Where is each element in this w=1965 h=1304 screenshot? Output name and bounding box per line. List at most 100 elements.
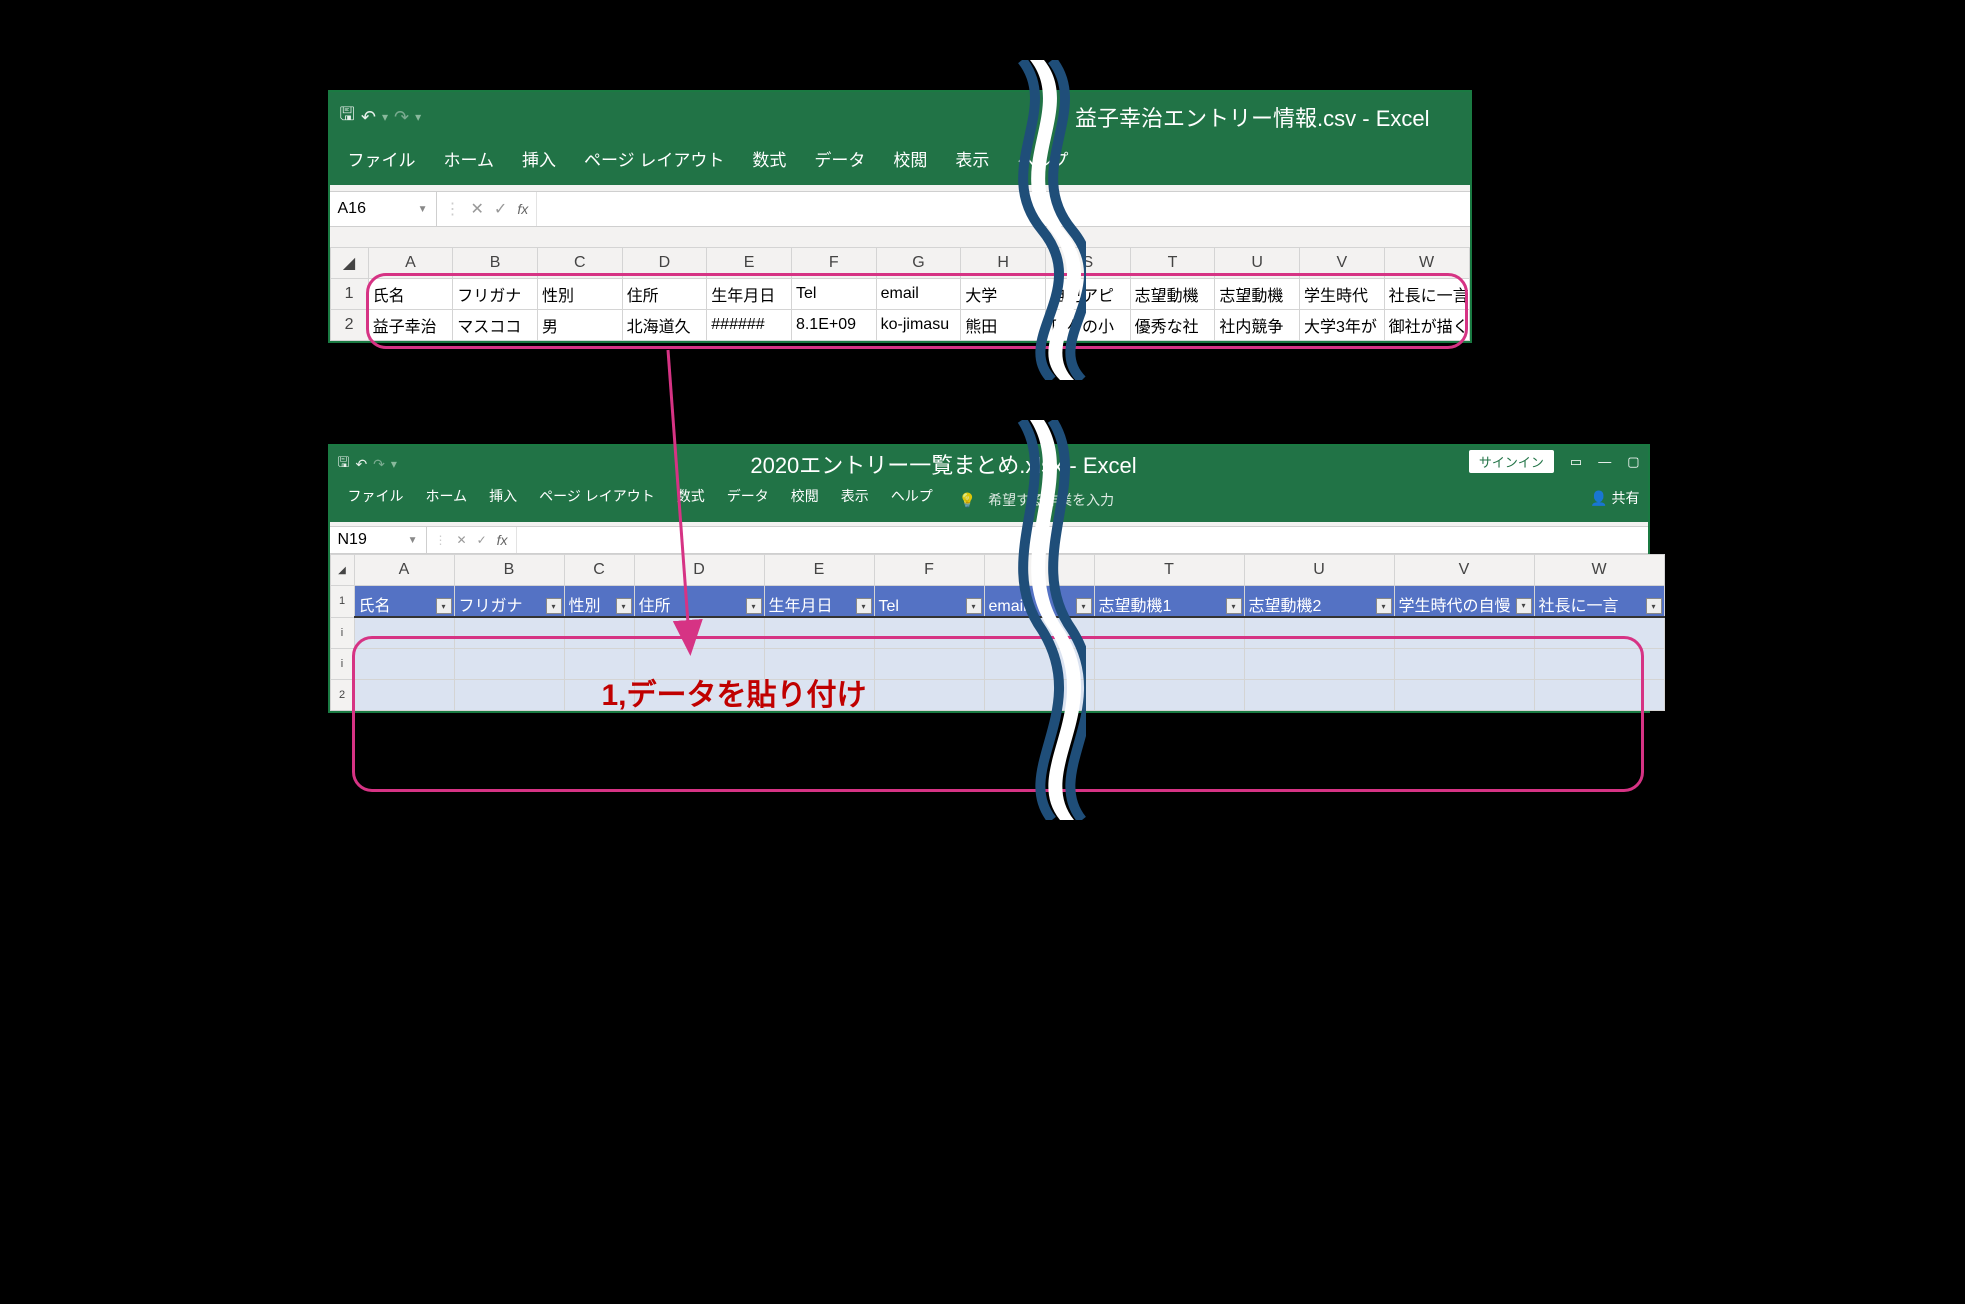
undo-icon[interactable]: ↶ (355, 456, 367, 473)
cell[interactable] (634, 649, 764, 680)
table-header-cell[interactable]: 学生時代の自慢▾ (1394, 586, 1534, 618)
tab-home[interactable]: ホーム (422, 482, 472, 518)
tab-data[interactable]: データ (723, 482, 773, 518)
col-header[interactable]: V (1394, 555, 1534, 586)
cell[interactable]: ###### (707, 310, 792, 341)
cell[interactable] (454, 649, 564, 680)
redo-icon[interactable]: ↷ (394, 107, 409, 128)
cell[interactable] (1244, 617, 1394, 649)
enter-icon[interactable]: ✓ (477, 533, 487, 547)
cancel-icon[interactable]: ✕ (471, 199, 484, 219)
cell[interactable]: 社内競争 (1215, 310, 1300, 341)
tab-help[interactable]: ヘルプ (887, 482, 937, 518)
cell[interactable]: 優秀な社 (1130, 310, 1215, 341)
cell[interactable]: 御社が描く (1384, 310, 1469, 341)
filter-dropdown-icon[interactable]: ▾ (616, 598, 632, 614)
tab-data[interactable]: データ (810, 142, 869, 175)
col-header[interactable]: A (354, 555, 454, 586)
filter-dropdown-icon[interactable]: ▾ (1226, 598, 1242, 614)
tab-review[interactable]: 校閲 (889, 142, 931, 175)
cell[interactable] (564, 617, 634, 649)
row-header[interactable]: 1 (330, 279, 368, 310)
cell[interactable]: 日々の小 (1045, 310, 1130, 341)
formula-input[interactable] (517, 527, 1648, 553)
cell[interactable] (984, 617, 1094, 649)
filter-dropdown-icon[interactable]: ▾ (1516, 598, 1532, 614)
chevron-down-icon[interactable]: ▼ (408, 535, 418, 546)
tab-layout[interactable]: ページ レイアウト (535, 482, 659, 518)
enter-icon[interactable]: ✓ (494, 199, 507, 219)
cell[interactable] (984, 649, 1094, 680)
cell[interactable] (1534, 680, 1664, 711)
filter-dropdown-icon[interactable]: ▾ (746, 598, 762, 614)
chevron-down-icon[interactable]: ▼ (418, 204, 428, 215)
col-header[interactable]: V (1299, 248, 1384, 279)
save-icon[interactable]: 🖫 (340, 102, 355, 132)
table-header-cell[interactable]: Tel▾ (874, 586, 984, 618)
tab-formulas[interactable]: 数式 (748, 142, 790, 175)
cell[interactable] (354, 680, 454, 711)
table-header-cell[interactable]: 氏名▾ (354, 586, 454, 618)
cell[interactable]: email (876, 279, 961, 310)
cell[interactable]: フリガナ (453, 279, 538, 310)
col-header[interactable]: D (622, 248, 707, 279)
filter-dropdown-icon[interactable]: ▾ (1076, 598, 1092, 614)
tab-view[interactable]: 表示 (951, 142, 993, 175)
table-header-cell[interactable]: フリガナ▾ (454, 586, 564, 618)
formula-input[interactable] (537, 192, 1469, 226)
cell[interactable] (1394, 680, 1534, 711)
col-header[interactable]: B (454, 555, 564, 586)
cell[interactable] (1534, 649, 1664, 680)
cell[interactable] (634, 680, 764, 711)
row-header[interactable]: i (330, 617, 354, 649)
tab-file[interactable]: ファイル (344, 142, 420, 175)
cell[interactable]: 北海道久 (622, 310, 707, 341)
filter-dropdown-icon[interactable]: ▾ (546, 598, 562, 614)
cell[interactable]: 志望動機 (1130, 279, 1215, 310)
cell[interactable] (764, 649, 874, 680)
filter-dropdown-icon[interactable]: ▾ (856, 598, 872, 614)
cell[interactable]: 大学3年が (1299, 310, 1384, 341)
cell[interactable] (1094, 617, 1244, 649)
fx-icon[interactable]: fx (517, 201, 528, 217)
col-header[interactable]: B (453, 248, 538, 279)
tab-home[interactable]: ホーム (440, 142, 499, 175)
cell[interactable]: 益子幸治 (368, 310, 453, 341)
tab-view[interactable]: 表示 (837, 482, 873, 518)
spreadsheet-grid[interactable]: ◢ A B C D E F G T U V W 1 氏名▾ フリガナ▾ (330, 554, 1648, 711)
col-header[interactable]: W (1384, 248, 1469, 279)
cancel-icon[interactable]: ✕ (457, 533, 467, 547)
col-header[interactable]: T (1094, 555, 1244, 586)
col-header[interactable]: G (984, 555, 1094, 586)
col-header[interactable]: D (634, 555, 764, 586)
save-icon[interactable]: 🖫 (338, 452, 350, 476)
cell[interactable]: マスココ (453, 310, 538, 341)
tab-file[interactable]: ファイル (344, 482, 408, 518)
tab-layout[interactable]: ページ レイアウト (580, 142, 728, 175)
tab-help[interactable]: ヘルプ (1013, 142, 1072, 175)
cell[interactable] (354, 649, 454, 680)
minimize-icon[interactable]: — (1598, 454, 1611, 469)
col-header[interactable]: C (537, 248, 622, 279)
signin-button[interactable]: サインイン (1469, 450, 1554, 473)
cell[interactable]: 生年月日 (707, 279, 792, 310)
cell[interactable]: 志望動機 (1215, 279, 1300, 310)
cell[interactable]: ko-jimasu (876, 310, 961, 341)
redo-icon[interactable]: ↷ (373, 456, 385, 473)
cell[interactable] (1534, 617, 1664, 649)
col-header[interactable]: U (1244, 555, 1394, 586)
col-header[interactable]: C (564, 555, 634, 586)
col-header[interactable]: U (1215, 248, 1300, 279)
corner-cell[interactable]: ◢ (330, 555, 354, 586)
tab-insert[interactable]: 挿入 (518, 142, 560, 175)
col-header[interactable]: G (876, 248, 961, 279)
share-button[interactable]: 👤 共有 (1590, 488, 1639, 508)
cell[interactable]: 自己アピ (1045, 279, 1130, 310)
cell[interactable]: 8.1E+09 (791, 310, 876, 341)
name-box[interactable]: A16 ▼ (330, 192, 437, 226)
cell[interactable] (454, 617, 564, 649)
cell[interactable]: Tel (791, 279, 876, 310)
table-header-cell[interactable]: 生年月日▾ (764, 586, 874, 618)
filter-dropdown-icon[interactable]: ▾ (1376, 598, 1392, 614)
cell[interactable]: 学生時代 (1299, 279, 1384, 310)
